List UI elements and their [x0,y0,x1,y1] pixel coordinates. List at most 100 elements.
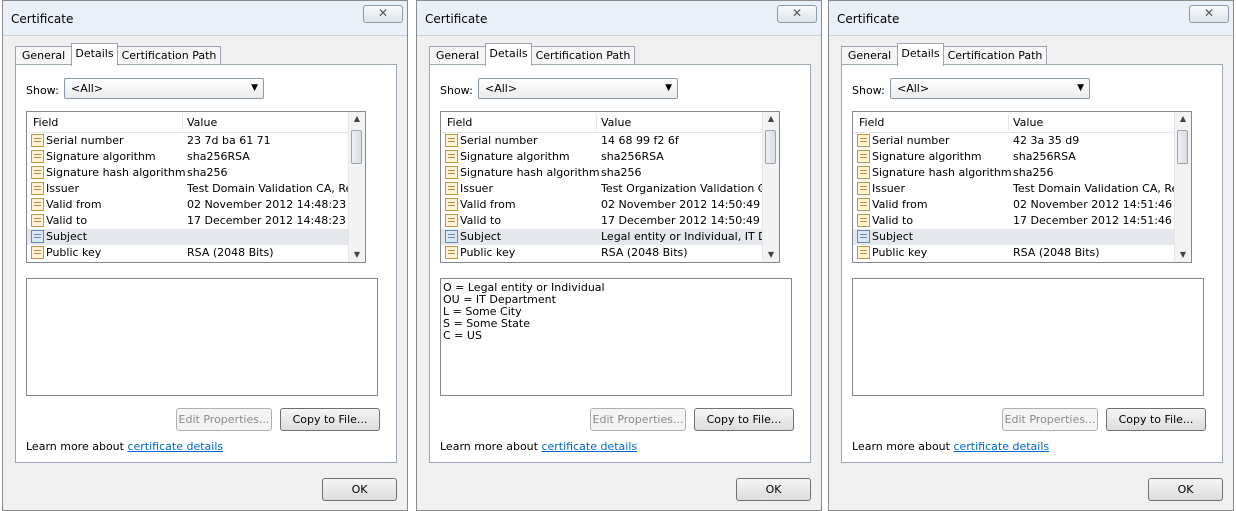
tab-certification-path[interactable]: Certification Path [531,46,635,65]
learn-more-text: Learn more about certificate details [440,440,638,453]
table-row[interactable]: Serial number 42 3a 35 d9 [853,133,1177,149]
table-row[interactable]: Signature algorithm sha256RSA [27,149,351,165]
tab-certification-path[interactable]: Certification Path [117,46,221,65]
table-row[interactable]: Serial number 23 7d ba 61 71 [27,133,351,149]
close-icon[interactable]: ✕ [1189,5,1229,23]
certificate-field-icon [857,246,870,259]
scroll-up-icon[interactable]: ▲ [352,114,362,123]
table-row[interactable]: Signature hash algorithm sha256 [27,165,351,181]
field-detail-box[interactable] [26,278,378,396]
tab-details[interactable]: Details [897,43,944,66]
certificate-field-icon [445,166,458,179]
field-list[interactable]: Field Value Serial number 14 68 99 f2 6f … [440,111,780,263]
certificate-field-icon [857,150,870,163]
scroll-thumb[interactable] [1177,130,1188,164]
certificate-field-icon [31,230,44,243]
table-row[interactable]: Public key RSA (2048 Bits) [853,245,1177,261]
vertical-scrollbar[interactable]: ▲ ▼ [348,112,365,262]
certificate-dialog: Certificate ✕ General Details Certificat… [2,0,408,511]
table-row[interactable]: Valid to 17 December 2012 14:51:46 [853,213,1177,229]
certificate-field-icon [857,134,870,147]
close-icon[interactable]: ✕ [777,5,817,23]
tab-certification-path[interactable]: Certification Path [943,46,1047,65]
table-row[interactable]: Public key RSA (2048 Bits) [441,245,765,261]
certificate-field-icon [857,166,870,179]
certificate-details-link[interactable]: certificate details [541,440,637,453]
column-header-value[interactable]: Value [1013,116,1043,129]
table-row-selected[interactable]: Subject [853,229,1177,245]
certificate-field-icon [857,182,870,195]
table-row[interactable]: Valid from 02 November 2012 14:50:49 [441,197,765,213]
table-row[interactable]: Signature algorithm sha256RSA [441,149,765,165]
tab-details[interactable]: Details [485,43,532,66]
copy-to-file-button[interactable]: Copy to File... [1106,408,1206,431]
show-label: Show: [440,84,473,97]
vertical-scrollbar[interactable]: ▲ ▼ [1174,112,1191,262]
list-header: Field Value [27,112,351,133]
field-detail-box[interactable]: O = Legal entity or Individual OU = IT D… [440,278,792,396]
copy-to-file-button[interactable]: Copy to File... [280,408,380,431]
scroll-thumb[interactable] [351,130,362,164]
close-icon[interactable]: ✕ [363,5,403,23]
table-row-selected[interactable]: Subject Legal entity or Individual, IT D.… [441,229,765,245]
column-header-field[interactable]: Field [33,116,58,129]
certificate-field-icon [31,246,44,259]
detail-line: S = Some State [443,317,531,330]
table-row[interactable]: Signature hash algorithm sha256 [853,165,1177,181]
tab-details[interactable]: Details [71,43,118,66]
show-dropdown[interactable]: <All> ▼ [890,78,1090,99]
ok-button[interactable]: OK [322,478,397,501]
list-header: Field Value [853,112,1177,133]
table-row[interactable]: Valid from 02 November 2012 14:48:23 [27,197,351,213]
scroll-thumb[interactable] [765,130,776,164]
column-header-value[interactable]: Value [601,116,631,129]
field-detail-box[interactable] [852,278,1204,396]
dialog-title: Certificate [11,12,74,26]
certificate-field-icon [31,134,44,147]
vertical-scrollbar[interactable]: ▲ ▼ [762,112,779,262]
scroll-down-icon[interactable]: ▼ [1178,250,1188,259]
field-list[interactable]: Field Value Serial number 42 3a 35 d9 Sig… [852,111,1192,263]
certificate-field-icon [445,246,458,259]
column-header-field[interactable]: Field [859,116,884,129]
table-row[interactable]: Issuer Test Organization Validation C... [441,181,765,197]
show-label: Show: [26,84,59,97]
table-row[interactable]: Valid to 17 December 2012 14:50:49 [441,213,765,229]
details-panel: Show: <All> ▼ Field Value Serial number 1… [429,64,811,463]
show-dropdown[interactable]: <All> ▼ [478,78,678,99]
table-row[interactable]: Signature hash algorithm sha256 [441,165,765,181]
chevron-down-icon: ▼ [251,83,258,93]
table-row[interactable]: Issuer Test Domain Validation CA, Re... [27,181,351,197]
scroll-up-icon[interactable]: ▲ [766,114,776,123]
edit-properties-button[interactable]: Edit Properties... [176,408,272,431]
show-label: Show: [852,84,885,97]
table-row[interactable]: Valid from 02 November 2012 14:51:46 [853,197,1177,213]
learn-more-text: Learn more about certificate details [852,440,1050,453]
edit-properties-button[interactable]: Edit Properties... [1002,408,1098,431]
scroll-down-icon[interactable]: ▼ [766,250,776,259]
table-row[interactable]: Public key RSA (2048 Bits) [27,245,351,261]
ok-button[interactable]: OK [1148,478,1223,501]
edit-properties-button[interactable]: Edit Properties... [590,408,686,431]
column-header-value[interactable]: Value [187,116,217,129]
table-row-selected[interactable]: Subject [27,229,351,245]
tab-general[interactable]: General [429,46,486,65]
detail-line: C = US [443,329,482,342]
table-row[interactable]: Signature algorithm sha256RSA [853,149,1177,165]
certificate-details-link[interactable]: certificate details [127,440,223,453]
scroll-up-icon[interactable]: ▲ [1178,114,1188,123]
tab-general[interactable]: General [841,46,898,65]
certificate-field-icon [445,134,458,147]
copy-to-file-button[interactable]: Copy to File... [694,408,794,431]
ok-button[interactable]: OK [736,478,811,501]
field-list[interactable]: Field Value Serial number 23 7d ba 61 71 … [26,111,366,263]
table-row[interactable]: Issuer Test Domain Validation CA, Re... [853,181,1177,197]
table-row[interactable]: Serial number 14 68 99 f2 6f [441,133,765,149]
show-dropdown-value: <All> [897,82,930,95]
table-row[interactable]: Valid to 17 December 2012 14:48:23 [27,213,351,229]
show-dropdown[interactable]: <All> ▼ [64,78,264,99]
tab-general[interactable]: General [15,46,72,65]
column-header-field[interactable]: Field [447,116,472,129]
certificate-details-link[interactable]: certificate details [953,440,1049,453]
scroll-down-icon[interactable]: ▼ [352,250,362,259]
